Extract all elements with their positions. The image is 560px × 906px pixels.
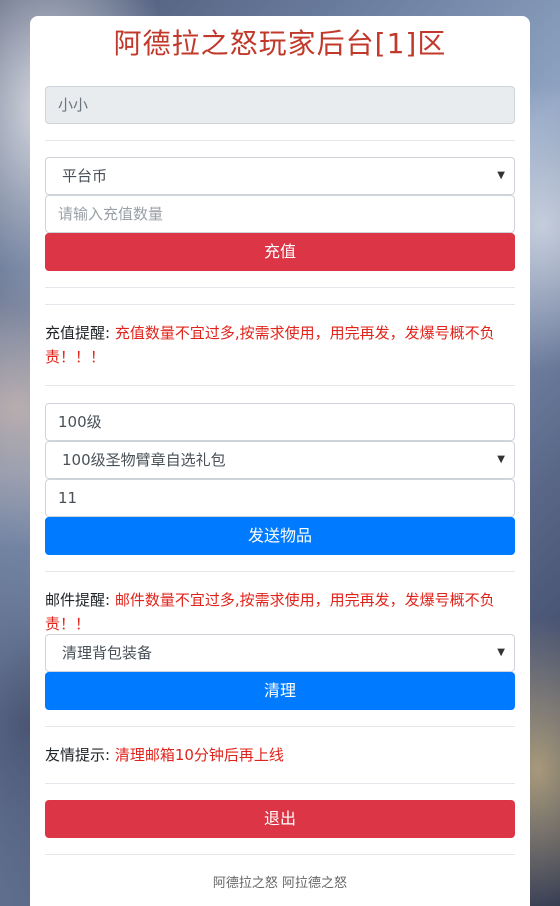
recharge-notice-text: 充值数量不宜过多,按需求使用，用完再发，发爆号概不负责！！！ (45, 324, 495, 366)
quantity-input[interactable]: 11 (45, 479, 515, 517)
friendly-tip-text: 清理邮箱10分钟后再上线 (114, 746, 284, 764)
item-select-value: 100级圣物臂章自选礼包 (62, 451, 226, 469)
username-field: 小小 (45, 86, 515, 124)
logout-button[interactable]: 退出 (45, 800, 515, 838)
page-title: 阿德拉之怒玩家后台[1]区 (113, 27, 447, 60)
friendly-tip: 友情提示: 清理邮箱10分钟后再上线 (45, 743, 515, 767)
divider (45, 140, 515, 141)
mail-notice: 邮件提醒: 邮件数量不宜过多,按需求使用，用完再发，发爆号概不负责！！ (45, 588, 515, 636)
recharge-notice: 充值提醒: 充值数量不宜过多,按需求使用，用完再发，发爆号概不负责！！！ (45, 321, 515, 369)
clear-option-select[interactable]: 清理背包装备 ▼ (45, 634, 515, 672)
recharge-amount-input[interactable]: 请输入充值数量 (45, 195, 515, 233)
send-item-button[interactable]: 发送物品 (45, 517, 515, 555)
level-input[interactable]: 100级 (45, 403, 515, 441)
currency-select[interactable]: 平台币 ▼ (45, 157, 515, 195)
divider (45, 854, 515, 855)
divider (45, 287, 515, 288)
clear-option-value: 清理背包装备 (62, 644, 153, 662)
divider (45, 726, 515, 727)
chevron-down-icon: ▼ (497, 170, 505, 181)
chevron-down-icon: ▼ (497, 454, 505, 465)
admin-panel-card: 阿德拉之怒玩家后台[1]区 小小 平台币 ▼ 请输入充值数量 充值 充值提醒: … (30, 16, 530, 906)
friendly-tip-label: 友情提示: (45, 746, 111, 764)
item-select[interactable]: 100级圣物臂章自选礼包 ▼ (45, 441, 515, 479)
mail-notice-text: 邮件数量不宜过多,按需求使用，用完再发，发爆号概不负责！！ (45, 591, 495, 633)
clear-button[interactable]: 清理 (45, 672, 515, 710)
divider (45, 783, 515, 784)
currency-select-value: 平台币 (62, 167, 108, 185)
divider (45, 571, 515, 572)
mail-notice-label: 邮件提醒: (45, 591, 111, 609)
recharge-notice-label: 充值提醒: (45, 324, 111, 342)
divider (45, 304, 515, 305)
recharge-button[interactable]: 充值 (45, 233, 515, 271)
chevron-down-icon: ▼ (497, 647, 505, 658)
divider (45, 385, 515, 386)
footer-text: 阿德拉之怒 阿拉德之怒 (212, 876, 348, 891)
